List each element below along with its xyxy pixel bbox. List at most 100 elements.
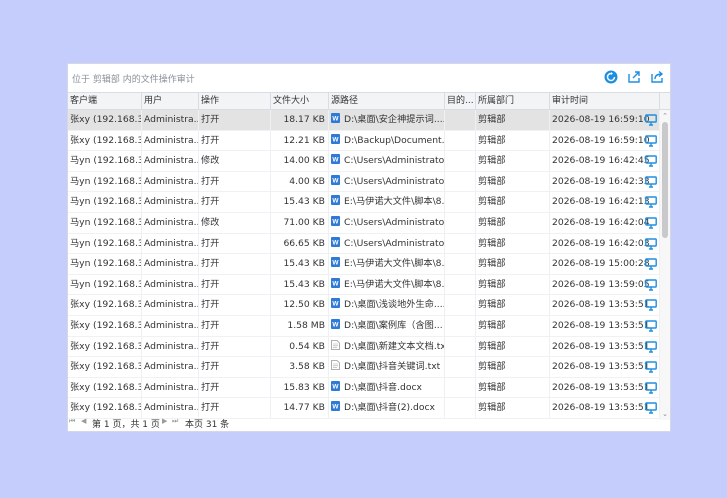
svg-text:W: W [332,239,339,246]
cell-department: 剪辑部 [476,151,550,172]
word-file-icon: W [331,277,340,288]
table-body[interactable]: 张xy (192.168.3...Administra...打开18.17 KB… [68,110,670,420]
monitor-icon[interactable] [645,176,657,188]
cell-department: 剪辑部 [476,192,550,213]
cell-user: Administra... [142,336,199,357]
table-row[interactable]: 张xy (192.168.3...Administra...打开12.21 KB… [68,130,660,152]
cell-audit-time: 2026-08-19 16:42:33 [550,171,660,192]
cell-source-path: W D:\桌面\案例库（含图... [329,316,445,336]
table-row[interactable]: 马yn (192.168.3...Administra...修改71.00 KB… [68,213,660,234]
monitor-icon[interactable] [645,320,657,332]
monitor-icon[interactable] [645,237,657,250]
header-col-user[interactable]: 用户 [142,93,199,110]
header-col-department[interactable]: 所属部门 [476,93,550,110]
cell-audit-time: 2026-08-19 13:53:51 [550,295,660,316]
cell-destination [445,151,476,172]
cell-file-size: 1.58 MB [271,316,329,336]
cell-source-path: D:\桌面\新建文本文档.txt [329,336,445,357]
monitor-icon[interactable] [645,402,657,415]
header-col-destination[interactable]: 目的... [445,93,476,110]
monitor-icon[interactable] [645,217,657,229]
cell-source-path-text: E:\马伊诺大文件\脚本\8... [344,278,445,290]
monitor-icon[interactable] [645,114,657,126]
vertical-scrollbar[interactable]: ⌃ ⌄ [660,110,670,420]
table-row[interactable]: 马yn (192.168.3...Administra...打开66.65 KB… [68,233,660,255]
cell-operation: 打开 [199,233,271,254]
cell-operation: 打开 [199,357,271,378]
cell-audit-time: 2026-08-19 13:53:51 [550,316,660,336]
table-row[interactable]: 马yn (192.168.3...Administra...修改14.00 KB… [68,151,660,172]
table-row[interactable]: 马yn (192.168.3...Administra...打开15.43 KB… [68,274,660,296]
cell-source-path: W C:\Users\Administrato... [329,151,445,172]
header-col-client[interactable]: 客户端 [68,93,142,110]
monitor-icon[interactable] [645,258,657,270]
table-row[interactable]: 马yn (192.168.3...Administra...打开15.43 KB… [68,254,660,275]
cell-source-path-text: D:\桌面\抖音.docx [344,381,422,393]
table-row[interactable]: 马yn (192.168.3...Administra...打开4.00 KBW… [68,171,660,193]
cell-destination [445,192,476,213]
header-col-audit-time[interactable]: 审计时间 [550,93,660,110]
monitor-icon[interactable] [645,279,657,291]
refresh-icon[interactable] [604,70,618,84]
audit-panel: 位于 剪辑部 内的文件操作审计 客户端 用户 操作 文件大小 源路径 目的... 所属部门审… [67,63,671,432]
monitor-icon[interactable] [645,382,657,394]
cell-department: 剪辑部 [476,377,550,398]
cell-client: 张xy (192.168.3... [68,295,142,316]
panel-titlebar: 位于 剪辑部 内的文件操作审计 [68,64,670,91]
cell-file-size: 14.00 KB [271,151,329,172]
cell-client: 马yn (192.168.3... [68,151,142,172]
cell-destination [445,213,476,233]
header-col-source-path[interactable]: 源路径 [329,93,445,110]
table-row[interactable]: 张xy (192.168.3...Administra...打开15.83 KB… [68,377,660,399]
cell-user: Administra... [142,192,199,213]
cell-audit-time: 2026-08-19 16:59:10 [550,130,660,151]
monitor-icon[interactable] [645,134,657,147]
monitor-icon[interactable] [645,155,657,167]
monitor-icon[interactable] [645,361,657,373]
first-page-icon[interactable]: ⏮ [69,417,75,426]
scroll-up-icon[interactable]: ⌃ [661,112,669,120]
share-icon[interactable] [650,70,664,84]
table-row[interactable]: 张xy (192.168.3...Administra...打开0.54 KB D… [68,336,660,358]
text-file-icon [331,360,340,371]
cell-destination [445,377,476,398]
word-file-icon: W [331,216,340,226]
cell-file-size: 18.17 KB [271,110,329,130]
cell-department: 剪辑部 [476,233,550,254]
word-file-icon: W [331,154,340,165]
prev-page-icon[interactable]: ◀ [81,417,86,425]
word-file-icon: W [331,236,340,247]
cell-source-path: W E:\马伊诺大文件\脚本\8... [329,274,445,295]
monitor-icon[interactable] [645,196,657,209]
cell-source-path-text: C:\Users\Administrato... [344,175,445,187]
table-row[interactable]: 马yn (192.168.3...Administra...打开15.43 KB… [68,192,660,213]
panel-title: 位于 剪辑部 内的文件操作审计 [72,75,195,85]
cell-source-path-text: C:\Users\Administrato... [344,237,445,249]
cell-audit-time: 2026-08-19 16:42:04 [550,213,660,233]
page-info: 第 1 页，共 1 页 [92,420,160,430]
cell-user: Administra... [142,213,199,233]
cell-audit-time: 2026-08-19 16:42:45 [550,151,660,172]
table-row[interactable]: 张xy (192.168.3...Administra...打开12.50 KB… [68,295,660,316]
last-page-icon[interactable]: ⏭ [172,417,178,426]
word-file-icon: W [331,380,340,391]
table-row[interactable]: 张xy (192.168.3...Administra...打开3.58 KB D… [68,357,660,378]
header-col-file-size[interactable]: 文件大小 [271,93,329,110]
export-icon[interactable] [627,70,641,84]
word-file-icon: W [331,133,340,144]
table-row[interactable]: 张xy (192.168.3...Administra...打开1.58 MBW… [68,316,660,337]
next-page-icon[interactable]: ▶ [162,417,167,425]
cell-client: 张xy (192.168.3... [68,110,142,130]
header-col-operation[interactable]: 操作 [199,93,271,110]
cell-operation: 打开 [199,274,271,295]
cell-department: 剪辑部 [476,316,550,336]
monitor-icon[interactable] [645,340,657,353]
scroll-thumb[interactable] [662,122,668,238]
table-row[interactable]: 张xy (192.168.3...Administra...打开18.17 KB… [68,110,660,131]
monitor-icon[interactable] [645,299,657,312]
cell-operation: 打开 [199,295,271,316]
svg-text:W: W [332,404,339,411]
cell-source-path: W C:\Users\Administrato... [329,233,445,254]
cell-destination [445,110,476,130]
cell-department: 剪辑部 [476,110,550,130]
